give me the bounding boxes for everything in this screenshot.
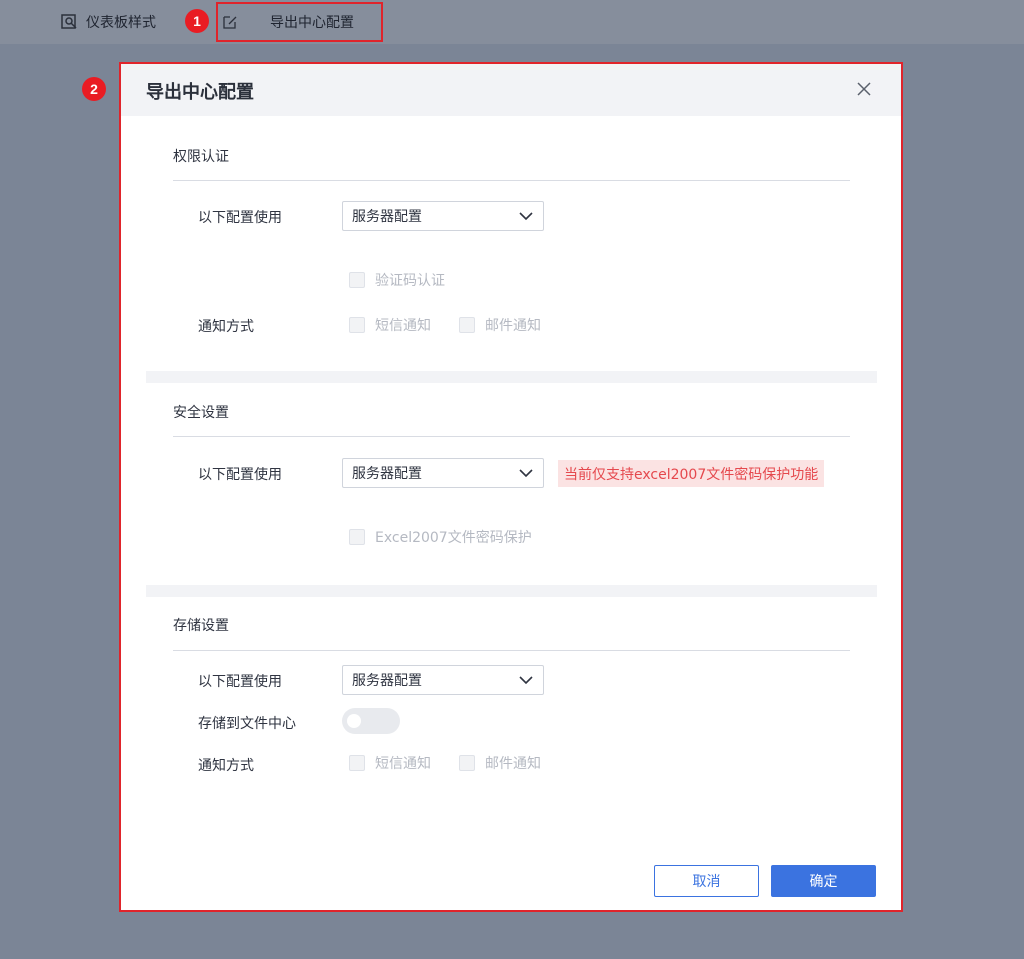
checkbox-box: [349, 529, 365, 545]
excel-password-label: Excel2007文件密码保护: [375, 530, 532, 546]
storage-section-title: 存储设置: [173, 618, 229, 634]
section-separator: [146, 585, 877, 597]
checkbox-box: [459, 755, 475, 771]
excel-support-warning: 当前仅支持excel2007文件密码保护功能: [558, 460, 825, 487]
dashboard-style-label: 仪表板样式: [86, 15, 156, 31]
checkbox-box: [349, 272, 365, 288]
close-icon[interactable]: [855, 80, 873, 98]
storage-section-divider: [173, 650, 850, 651]
security-section-title: 安全设置: [173, 405, 229, 421]
checkbox-box: [349, 755, 365, 771]
export-center-config-button[interactable]: 导出中心配置: [222, 0, 354, 44]
security-config-select[interactable]: 服务器配置: [342, 458, 544, 488]
checkbox-box: [459, 317, 475, 333]
auth-sms-checkbox[interactable]: 短信通知: [349, 315, 431, 335]
save-to-file-center-label: 存储到文件中心: [198, 716, 296, 732]
storage-config-label: 以下配置使用: [198, 674, 282, 690]
auth-config-label: 以下配置使用: [198, 210, 282, 226]
storage-config-select[interactable]: 服务器配置: [342, 665, 544, 695]
edit-icon: [223, 16, 237, 29]
cancel-button[interactable]: 取消: [654, 865, 759, 897]
dialog-title: 导出中心配置: [146, 82, 254, 103]
export-center-config-label: 导出中心配置: [270, 15, 354, 31]
callout-badge-1: 1: [185, 9, 209, 33]
storage-config-select-value: 服务器配置: [352, 673, 422, 689]
auth-section-title: 权限认证: [173, 149, 229, 165]
storage-notify-label: 通知方式: [198, 758, 254, 774]
chevron-down-icon: [519, 212, 533, 221]
dialog-header: 导出中心配置: [121, 64, 901, 116]
storage-email-label: 邮件通知: [485, 756, 541, 772]
section-separator: [146, 371, 877, 383]
auth-email-label: 邮件通知: [485, 318, 541, 334]
save-to-file-center-toggle[interactable]: [342, 708, 400, 734]
captcha-auth-checkbox[interactable]: 验证码认证: [349, 270, 445, 290]
security-config-label: 以下配置使用: [198, 467, 282, 483]
storage-sms-label: 短信通知: [375, 756, 431, 772]
storage-sms-checkbox[interactable]: 短信通知: [349, 753, 431, 773]
auth-email-checkbox[interactable]: 邮件通知: [459, 315, 541, 335]
confirm-button[interactable]: 确定: [771, 865, 876, 897]
auth-notify-label: 通知方式: [198, 319, 254, 335]
excel-password-checkbox[interactable]: Excel2007文件密码保护: [349, 527, 532, 547]
auth-config-select-value: 服务器配置: [352, 209, 422, 225]
chevron-down-icon: [519, 469, 533, 478]
chevron-down-icon: [519, 676, 533, 685]
security-section-divider: [173, 436, 850, 437]
dashboard-style-button[interactable]: 仪表板样式: [60, 0, 156, 44]
checkbox-box: [349, 317, 365, 333]
auth-sms-label: 短信通知: [375, 318, 431, 334]
callout-badge-2: 2: [82, 77, 106, 101]
auth-section-divider: [173, 180, 850, 181]
storage-email-checkbox[interactable]: 邮件通知: [459, 753, 541, 773]
captcha-auth-label: 验证码认证: [375, 273, 445, 289]
toggle-knob: [347, 714, 361, 728]
security-config-select-value: 服务器配置: [352, 466, 422, 482]
export-center-config-dialog: 导出中心配置 权限认证 以下配置使用 服务器配置 验证码认证 通知方式 短信通知…: [119, 62, 903, 912]
dashboard-style-icon: [61, 14, 77, 29]
auth-config-select[interactable]: 服务器配置: [342, 201, 544, 231]
